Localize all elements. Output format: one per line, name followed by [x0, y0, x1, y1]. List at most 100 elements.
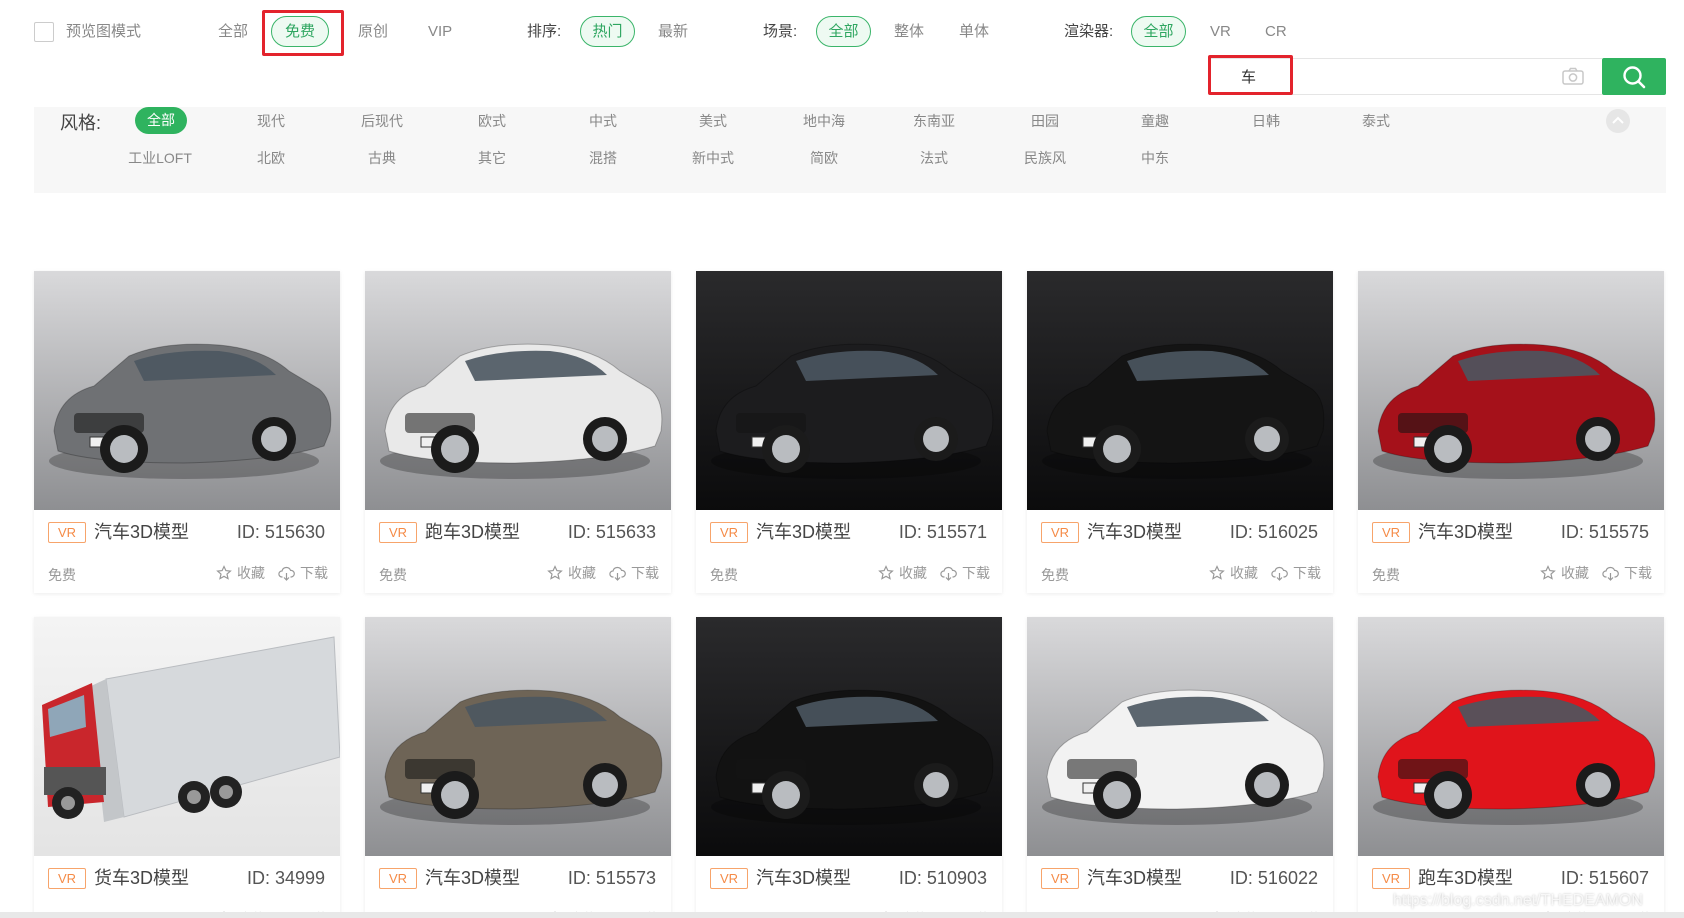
favorite-label: 收藏	[237, 565, 265, 581]
style-item-new-chinese[interactable]: 新中式	[692, 148, 734, 168]
renderer-vr[interactable]: VR	[1210, 20, 1231, 44]
style-item-modern[interactable]: 现代	[257, 111, 285, 131]
model-card[interactable]: VR 汽车3D模型 ID: 516022 免费 收藏 下载	[1027, 617, 1333, 918]
renderer-cr[interactable]: CR	[1265, 20, 1287, 44]
model-thumbnail[interactable]	[1358, 271, 1664, 510]
style-title: 风格:	[60, 113, 102, 133]
style-item-other[interactable]: 其它	[478, 148, 506, 168]
filter-type-original[interactable]: 原创	[358, 20, 388, 44]
model-thumbnail[interactable]	[365, 271, 671, 510]
style-item-mediterranean[interactable]: 地中海	[803, 111, 845, 131]
style-item-southeast-asia[interactable]: 东南亚	[913, 111, 955, 131]
filter-type-free[interactable]: 免费	[271, 16, 329, 47]
model-title[interactable]: 汽车3D模型	[756, 520, 851, 544]
price-label: 免费	[710, 567, 738, 583]
style-item-classical[interactable]: 古典	[368, 148, 396, 168]
preview-mode-checkbox[interactable]	[34, 22, 54, 42]
style-item-postmodern[interactable]: 后现代	[361, 111, 403, 131]
download-button[interactable]: 下载	[1602, 563, 1652, 583]
model-title[interactable]: 汽车3D模型	[94, 520, 189, 544]
sort-hot[interactable]: 热门	[580, 16, 635, 47]
favorite-button[interactable]: 收藏	[878, 563, 927, 583]
search-input[interactable]	[1210, 58, 1602, 95]
download-button[interactable]: 下载	[278, 563, 328, 583]
favorite-label: 收藏	[1230, 565, 1258, 581]
style-item-mixed[interactable]: 混搭	[589, 148, 617, 168]
model-thumbnail[interactable]	[365, 617, 671, 856]
horizontal-scrollbar[interactable]	[0, 912, 1684, 918]
vr-badge: VR	[1372, 868, 1410, 889]
download-button[interactable]: 下载	[940, 563, 990, 583]
camera-icon[interactable]	[1562, 67, 1584, 85]
model-card[interactable]: VR 汽车3D模型 ID: 515575 免费 收藏 下载	[1358, 271, 1664, 593]
price-label: 免费	[48, 567, 76, 583]
vr-badge: VR	[1041, 868, 1079, 889]
collapse-style-button[interactable]	[1606, 109, 1630, 133]
favorite-button[interactable]: 收藏	[547, 563, 596, 583]
model-title[interactable]: 汽车3D模型	[1087, 520, 1182, 544]
model-thumbnail[interactable]	[34, 617, 340, 856]
model-card[interactable]: VR 汽车3D模型 ID: 515571 免费 收藏 下载	[696, 271, 1002, 593]
price-label: 免费	[1041, 567, 1069, 583]
style-item-industrial-loft[interactable]: 工业LOFT	[128, 148, 192, 168]
favorite-button[interactable]: 收藏	[1209, 563, 1258, 583]
style-item-ethnic[interactable]: 民族风	[1024, 148, 1066, 168]
style-item-japanese-korean[interactable]: 日韩	[1252, 111, 1280, 131]
download-button[interactable]: 下载	[609, 563, 659, 583]
model-card[interactable]: VR 汽车3D模型 ID: 515573 免费 收藏 下载	[365, 617, 671, 918]
model-id: ID: 510903	[898, 868, 987, 888]
card-info: VR 汽车3D模型 ID: 510903 免费 收藏 下载	[696, 856, 1002, 918]
model-title[interactable]: 货车3D模型	[94, 866, 189, 890]
model-title[interactable]: 汽车3D模型	[1087, 866, 1182, 890]
style-item-pastoral[interactable]: 田园	[1031, 111, 1059, 131]
price-label: 免费	[379, 567, 407, 583]
model-title[interactable]: 汽车3D模型	[1418, 520, 1513, 544]
style-item-simple-european[interactable]: 简欧	[810, 148, 838, 168]
model-card[interactable]: VR 汽车3D模型 ID: 510903 免费 收藏 下载	[696, 617, 1002, 918]
model-title[interactable]: 跑车3D模型	[1418, 866, 1513, 890]
style-item-middle-east[interactable]: 中东	[1141, 148, 1169, 168]
model-thumbnail[interactable]	[696, 617, 1002, 856]
style-item-thai[interactable]: 泰式	[1362, 111, 1390, 131]
model-thumbnail[interactable]	[1027, 271, 1333, 510]
download-label: 下载	[1293, 565, 1321, 581]
sort-latest[interactable]: 最新	[658, 20, 688, 44]
model-thumbnail[interactable]	[696, 271, 1002, 510]
model-title[interactable]: 跑车3D模型	[425, 520, 520, 544]
model-thumbnail[interactable]	[1027, 617, 1333, 856]
scene-whole[interactable]: 整体	[894, 20, 924, 44]
preview-mode-label[interactable]: 预览图模式	[66, 20, 141, 44]
style-item-american[interactable]: 美式	[699, 111, 727, 131]
model-title[interactable]: 汽车3D模型	[425, 866, 520, 890]
model-card[interactable]: VR 跑车3D模型 ID: 515607 免费 收藏 下载	[1358, 617, 1664, 918]
filter-bar: 预览图模式 全部 免费 原创 VIP 排序: 热门 最新 场景: 全部 整体 单…	[0, 12, 1684, 52]
style-item-european[interactable]: 欧式	[478, 111, 506, 131]
scene-all[interactable]: 全部	[816, 16, 871, 47]
favorite-button[interactable]: 收藏	[216, 563, 265, 583]
style-item-nordic[interactable]: 北欧	[257, 148, 285, 168]
download-button[interactable]: 下载	[1271, 563, 1321, 583]
model-card[interactable]: VR 跑车3D模型 ID: 515633 免费 收藏 下载	[365, 271, 671, 593]
filter-type-all[interactable]: 全部	[218, 20, 248, 44]
style-item-chinese[interactable]: 中式	[589, 111, 617, 131]
model-thumbnail[interactable]	[1358, 617, 1664, 856]
style-item-french[interactable]: 法式	[920, 148, 948, 168]
style-item-childlike[interactable]: 童趣	[1141, 111, 1169, 131]
watermark: https://blog.csdn.net/THEDEAMON	[1393, 892, 1643, 909]
model-thumbnail[interactable]	[34, 271, 340, 510]
vr-badge: VR	[1372, 522, 1410, 543]
model-title[interactable]: 汽车3D模型	[756, 866, 851, 890]
download-label: 下载	[1624, 565, 1652, 581]
favorite-button[interactable]: 收藏	[1540, 563, 1589, 583]
model-card[interactable]: VR 汽车3D模型 ID: 516025 免费 收藏 下载	[1027, 271, 1333, 593]
cloud-download-icon	[278, 566, 295, 581]
scene-single[interactable]: 单体	[959, 20, 989, 44]
model-id: ID: 516025	[1229, 522, 1318, 542]
model-card[interactable]: VR 汽车3D模型 ID: 515630 免费 收藏 下载	[34, 271, 340, 593]
renderer-all[interactable]: 全部	[1131, 16, 1186, 47]
style-all[interactable]: 全部	[135, 107, 187, 134]
model-card[interactable]: VR 货车3D模型 ID: 34999 免费 收藏 下载	[34, 617, 340, 918]
search-button[interactable]	[1602, 58, 1666, 95]
favorite-label: 收藏	[568, 565, 596, 581]
filter-type-vip[interactable]: VIP	[428, 20, 452, 44]
